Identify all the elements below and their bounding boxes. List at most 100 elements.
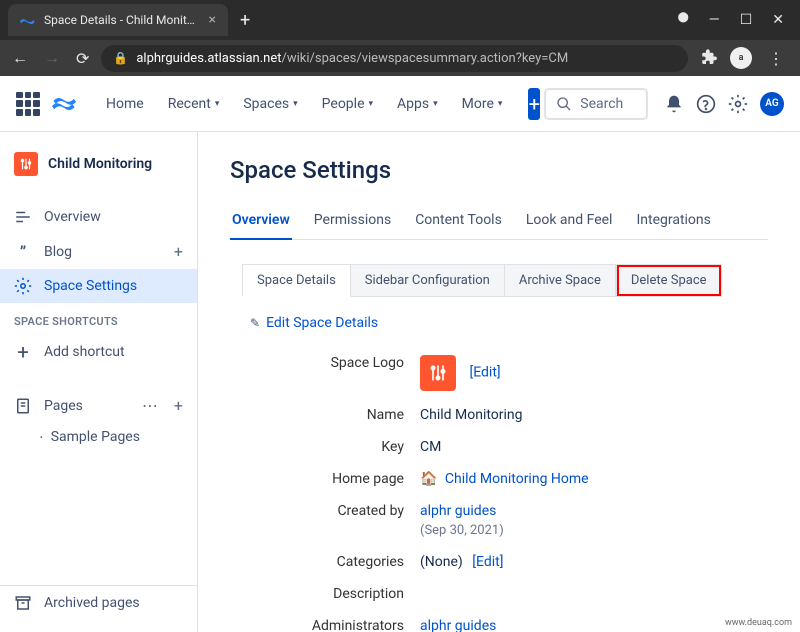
chevron-down-icon: ▾ — [433, 99, 438, 109]
description-label: Description — [270, 586, 420, 602]
search-input[interactable]: Search — [544, 88, 648, 120]
archive-icon — [14, 594, 32, 612]
home-page-link[interactable]: Child Monitoring Home — [445, 471, 589, 487]
name-value: Child Monitoring — [420, 407, 523, 423]
sidebar-sample-pages[interactable]: • Sample Pages — [0, 423, 197, 451]
tab-content-tools[interactable]: Content Tools — [413, 204, 504, 239]
profile-avatar[interactable]: a — [730, 47, 752, 69]
sidebar-pages[interactable]: Pages ⋯ + — [0, 388, 197, 423]
edit-space-details-link[interactable]: ✎ Edit Space Details — [250, 315, 768, 331]
space-name: Child Monitoring — [48, 156, 152, 172]
overview-icon — [14, 208, 32, 226]
overview-sub-tabs: Space Details Sidebar Configuration Arch… — [242, 264, 768, 297]
tab-overview[interactable]: Overview — [230, 204, 292, 240]
categories-label: Categories — [270, 554, 420, 570]
url-text: alphrguides.atlassian.net/wiki/spaces/vi… — [136, 51, 568, 66]
main-content: Space Settings Overview Permissions Cont… — [198, 132, 800, 632]
nav-apps[interactable]: Apps▾ — [387, 88, 448, 120]
gear-icon — [14, 277, 32, 295]
confluence-logo-icon[interactable] — [52, 92, 76, 116]
chevron-down-icon: ▾ — [498, 99, 503, 109]
plus-icon: + — [14, 340, 32, 364]
pencil-icon: ✎ — [250, 316, 260, 330]
subtab-sidebar-config[interactable]: Sidebar Configuration — [351, 264, 505, 297]
watermark: www.deuaq.com — [725, 618, 792, 628]
record-icon[interactable]: ⬤ — [678, 12, 689, 28]
browser-toolbar: ← → ⟳ 🔒 alphrguides.atlassian.net/wiki/s… — [0, 40, 800, 76]
sidebar-blog[interactable]: ” Blog + — [0, 234, 197, 269]
key-label: Key — [270, 439, 420, 455]
browser-tab[interactable]: Space Details - Child Monitoring × — [8, 4, 228, 36]
space-logo-icon — [14, 152, 38, 176]
settings-icon[interactable] — [728, 94, 748, 114]
tab-integrations[interactable]: Integrations — [634, 204, 712, 239]
address-bar[interactable]: 🔒 alphrguides.atlassian.net/wiki/spaces/… — [101, 45, 688, 72]
created-by-link[interactable]: alphr guides — [420, 503, 496, 519]
blog-icon: ” — [14, 242, 32, 261]
home-page-label: Home page — [270, 471, 420, 487]
sidebar-archived-pages[interactable]: Archived pages — [0, 586, 197, 620]
create-button[interactable]: + — [528, 88, 540, 120]
categories-value: (None) — [420, 554, 463, 570]
chevron-down-icon: ▾ — [215, 99, 220, 109]
subtab-space-details[interactable]: Space Details — [242, 264, 351, 297]
back-button[interactable]: ← — [8, 44, 32, 72]
nav-home[interactable]: Home — [96, 88, 154, 120]
minimize-button[interactable]: — — [709, 12, 720, 28]
chevron-down-icon: ▾ — [369, 99, 374, 109]
admins-label: Administrators — [270, 618, 420, 632]
subtab-archive-space[interactable]: Archive Space — [505, 264, 616, 297]
created-by-label: Created by — [270, 503, 420, 519]
name-label: Name — [270, 407, 420, 423]
space-header[interactable]: Child Monitoring — [0, 144, 197, 184]
page-title: Space Settings — [230, 156, 768, 184]
edit-logo-link[interactable]: [Edit] — [469, 365, 500, 381]
tab-close-icon[interactable]: × — [209, 12, 216, 28]
new-tab-button[interactable]: + — [228, 10, 262, 31]
space-logo-preview — [420, 355, 456, 391]
sidebar-overview[interactable]: Overview — [0, 200, 197, 234]
created-by-date: (Sep 30, 2021) — [420, 523, 504, 538]
maximize-button[interactable]: ☐ — [740, 12, 753, 28]
nav-more[interactable]: More▾ — [452, 88, 513, 120]
home-icon: 🏠 — [420, 471, 437, 487]
forward-button[interactable]: → — [40, 44, 64, 72]
space-details-table: Space Logo [Edit] Name Child Monitoring — [270, 347, 768, 632]
confluence-favicon — [20, 12, 36, 28]
nav-spaces[interactable]: Spaces▾ — [233, 88, 307, 120]
browser-menu-icon[interactable]: ⋮ — [764, 45, 788, 72]
sidebar-add-shortcut[interactable]: + Add shortcut — [0, 332, 197, 372]
bullet-icon: • — [40, 433, 43, 442]
settings-tabs: Overview Permissions Content Tools Look … — [230, 204, 768, 240]
add-blog-icon[interactable]: + — [174, 242, 183, 261]
user-avatar[interactable]: AG — [760, 92, 784, 116]
more-icon[interactable]: ⋯ — [142, 396, 158, 415]
nav-recent[interactable]: Recent▾ — [158, 88, 230, 120]
lock-icon: 🔒 — [113, 51, 128, 65]
add-page-icon[interactable]: + — [174, 396, 183, 415]
nav-people[interactable]: People▾ — [312, 88, 383, 120]
edit-categories-link[interactable]: [Edit] — [472, 554, 503, 570]
help-icon[interactable] — [696, 94, 716, 114]
app-switcher-icon[interactable] — [16, 92, 40, 116]
tab-look-and-feel[interactable]: Look and Feel — [524, 204, 615, 239]
reload-button[interactable]: ⟳ — [72, 45, 93, 72]
close-window-button[interactable]: ✕ — [772, 12, 784, 28]
key-value: CM — [420, 439, 441, 455]
app-header: Home Recent▾ Spaces▾ People▾ Apps▾ More▾… — [0, 76, 800, 132]
search-icon — [556, 96, 572, 112]
subtab-delete-space[interactable]: Delete Space — [616, 264, 722, 297]
pages-icon — [14, 397, 32, 415]
space-logo-label: Space Logo — [270, 355, 420, 371]
sidebar: Child Monitoring Overview ” Blog + — [0, 132, 198, 632]
shortcuts-label: Space Shortcuts — [0, 303, 197, 332]
tab-permissions[interactable]: Permissions — [312, 204, 393, 239]
window-controls: ⬤ — ☐ ✕ — [678, 12, 792, 28]
sidebar-space-settings[interactable]: Space Settings — [0, 269, 197, 303]
browser-titlebar: Space Details - Child Monitoring × + ⬤ —… — [0, 0, 800, 40]
chevron-down-icon: ▾ — [293, 99, 298, 109]
tab-title: Space Details - Child Monitoring — [44, 13, 201, 27]
admins-link[interactable]: alphr guides — [420, 618, 496, 632]
notifications-icon[interactable] — [664, 94, 684, 114]
extensions-icon[interactable] — [700, 49, 718, 67]
